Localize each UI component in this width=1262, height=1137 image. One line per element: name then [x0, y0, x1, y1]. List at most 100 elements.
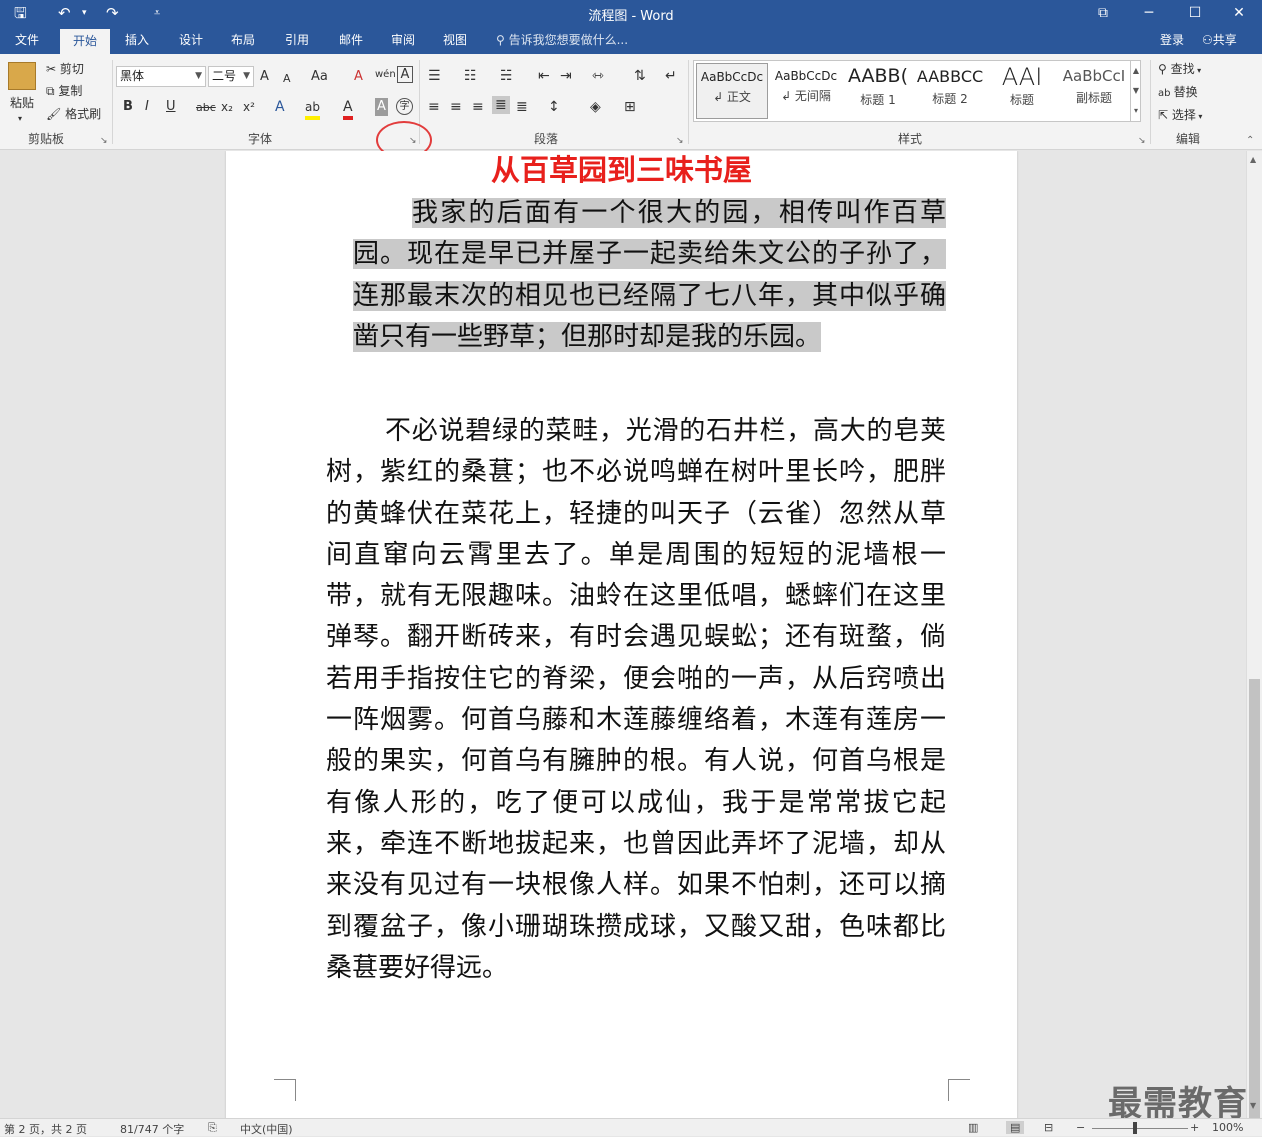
align-center-icon[interactable]: ≡: [450, 98, 462, 116]
ribbon-tabs: 文件 开始 插入 设计 布局 引用 邮件 审阅 视图 ⚲ 告诉我您想要做什么..…: [0, 27, 1262, 54]
web-layout-icon[interactable]: ⊟: [1044, 1121, 1053, 1134]
underline-button[interactable]: U: [166, 98, 176, 116]
clear-formatting-button[interactable]: A: [354, 68, 363, 86]
proofing-icon[interactable]: ⎘: [208, 1121, 217, 1135]
paragraph-2[interactable]: 不必说碧绿的菜畦，光滑的石井栏，高大的皂荚树，紫红的桑葚；也不必说鸣蝉在树叶里长…: [326, 411, 946, 989]
font-size-dropdown[interactable]: 二号 ▼: [208, 66, 254, 87]
brush-icon: 🖌: [46, 107, 66, 121]
character-border-button[interactable]: A: [397, 66, 413, 83]
styles-group-label: 样式: [897, 132, 922, 146]
style-title[interactable]: AAI 标题: [986, 63, 1058, 119]
cut-button[interactable]: ✂ 剪切: [46, 60, 84, 78]
line-spacing-icon[interactable]: ↕: [548, 98, 560, 116]
share-button[interactable]: ⚇共享: [1202, 27, 1237, 54]
document-page[interactable]: 从百草园到三味书屋 我家的后面有一个很大的园，相传叫作百草园。现在是早已并屋子一…: [226, 151, 1017, 1118]
scroll-down-icon[interactable]: ▼: [1250, 1101, 1256, 1110]
highlight-button[interactable]: ab: [305, 98, 320, 120]
style-heading-2[interactable]: AABBCC 标题 2: [914, 63, 986, 119]
multilevel-list-icon[interactable]: ☵: [500, 67, 513, 85]
login-link[interactable]: 登录: [1160, 27, 1184, 54]
maximize-button[interactable]: ☐: [1172, 0, 1218, 27]
paste-dropdown-icon[interactable]: ▾: [18, 110, 22, 128]
zoom-out-button[interactable]: −: [1076, 1121, 1085, 1134]
scroll-thumb[interactable]: [1249, 679, 1260, 1119]
decrease-indent-icon[interactable]: ⇤: [538, 67, 550, 85]
phonetic-guide-button[interactable]: wén: [375, 66, 396, 84]
person-icon: ⚇: [1202, 33, 1213, 47]
tab-home[interactable]: 开始: [60, 29, 110, 54]
zoom-slider[interactable]: [1092, 1128, 1188, 1129]
style-no-spacing[interactable]: AaBbCcDc ↲ 无间隔: [770, 63, 842, 119]
bold-button[interactable]: B: [123, 98, 133, 116]
tab-design[interactable]: 设计: [168, 27, 214, 54]
language-indicator[interactable]: 中文(中国): [240, 1121, 293, 1137]
tab-review[interactable]: 审阅: [380, 27, 426, 54]
style-name: 标题 1: [860, 93, 896, 107]
print-layout-icon[interactable]: ▤: [1006, 1121, 1025, 1134]
vertical-scrollbar[interactable]: ▲ ▼: [1246, 151, 1262, 1119]
align-left-icon[interactable]: ≡: [428, 98, 440, 116]
collapse-ribbon-icon[interactable]: ⌃: [1246, 136, 1256, 146]
paragraph-launcher-icon[interactable]: ↘: [676, 136, 686, 146]
distributed-icon[interactable]: ≣: [516, 98, 528, 116]
style-preview: AABBCC: [916, 67, 984, 86]
style-heading-1[interactable]: AABB(标题 1: [842, 63, 914, 119]
tell-me-text: 告诉我您想要做什么...: [508, 33, 629, 47]
find-button[interactable]: ⚲ 查找 ▾: [1158, 60, 1201, 80]
page-count[interactable]: 第 2 页，共 2 页: [4, 1121, 87, 1137]
paste-icon[interactable]: [8, 62, 36, 90]
borders-icon[interactable]: ⊞: [624, 98, 636, 116]
word-count[interactable]: 81/747 个字: [120, 1121, 184, 1137]
style-normal[interactable]: AaBbCcDc ↲ 正文: [696, 63, 768, 119]
chinese-layout-icon[interactable]: ⇿: [592, 67, 604, 85]
scroll-up-icon[interactable]: ▲: [1250, 155, 1256, 164]
tab-references[interactable]: 引用: [274, 27, 320, 54]
zoom-in-button[interactable]: +: [1190, 1121, 1199, 1134]
change-case-button[interactable]: Aa: [311, 68, 328, 86]
align-right-icon[interactable]: ≡: [472, 98, 484, 116]
clipboard-launcher-icon[interactable]: ↘: [100, 136, 110, 146]
crop-mark: [274, 1079, 296, 1101]
selected-text[interactable]: 我家的后面有一个很大的园，相传叫作百草园。现在是早已并屋子一起卖给朱文公的子孙了…: [353, 198, 946, 352]
subscript-button[interactable]: x₂: [221, 98, 233, 116]
shading-icon[interactable]: ◈: [590, 98, 601, 116]
tab-file[interactable]: 文件: [4, 27, 50, 54]
minimize-button[interactable]: ─: [1126, 0, 1172, 27]
superscript-button[interactable]: x²: [243, 98, 255, 116]
bullets-icon[interactable]: ☰: [428, 67, 441, 85]
grow-font-button[interactable]: A: [260, 68, 269, 86]
select-button[interactable]: ⇱ 选择 ▾: [1158, 106, 1202, 126]
enclose-characters-button[interactable]: 字: [396, 98, 413, 115]
justify-icon[interactable]: ≣: [492, 96, 510, 114]
styles-launcher-icon[interactable]: ↘: [1138, 136, 1148, 146]
tab-mailings[interactable]: 邮件: [328, 27, 374, 54]
numbering-icon[interactable]: ☷: [464, 67, 477, 85]
tab-layout[interactable]: 布局: [220, 27, 266, 54]
zoom-slider-handle[interactable]: [1133, 1122, 1137, 1134]
paragraph-1[interactable]: 我家的后面有一个很大的园，相传叫作百草园。现在是早已并屋子一起卖给朱文公的子孙了…: [353, 193, 946, 358]
style-preview: AaBbCcDc: [700, 70, 764, 84]
text-effects-button[interactable]: A: [275, 98, 285, 116]
increase-indent-icon[interactable]: ⇥: [560, 67, 572, 85]
copy-button[interactable]: ⧉ 复制: [46, 82, 82, 100]
style-subtitle[interactable]: AaBbCcI 副标题: [1058, 63, 1130, 119]
ribbon-display-options-icon[interactable]: ⧉: [1080, 0, 1126, 27]
zoom-level[interactable]: 100%: [1212, 1121, 1243, 1134]
tab-view[interactable]: 视图: [432, 27, 478, 54]
styles-scroll[interactable]: ▲ ▼ ▾: [1130, 61, 1141, 121]
sort-icon[interactable]: ⇅: [634, 67, 646, 85]
character-shading-button[interactable]: A: [375, 98, 388, 116]
strikethrough-button[interactable]: abc: [196, 99, 216, 117]
read-mode-icon[interactable]: ▥: [968, 1121, 978, 1134]
format-painter-button[interactable]: 🖌 格式刷: [46, 105, 101, 123]
replace-label: 替换: [1173, 85, 1198, 99]
font-name-dropdown[interactable]: 黑体 ▼: [116, 66, 206, 87]
shrink-font-button[interactable]: A: [283, 70, 291, 88]
italic-button[interactable]: I: [145, 98, 149, 116]
close-button[interactable]: ✕: [1216, 0, 1262, 27]
font-color-button[interactable]: A: [343, 98, 353, 120]
tell-me-box[interactable]: ⚲ 告诉我您想要做什么...: [496, 27, 628, 54]
show-marks-icon[interactable]: ↵: [665, 67, 677, 85]
tab-insert[interactable]: 插入: [114, 27, 160, 54]
replace-button[interactable]: ab 替换: [1158, 83, 1198, 103]
